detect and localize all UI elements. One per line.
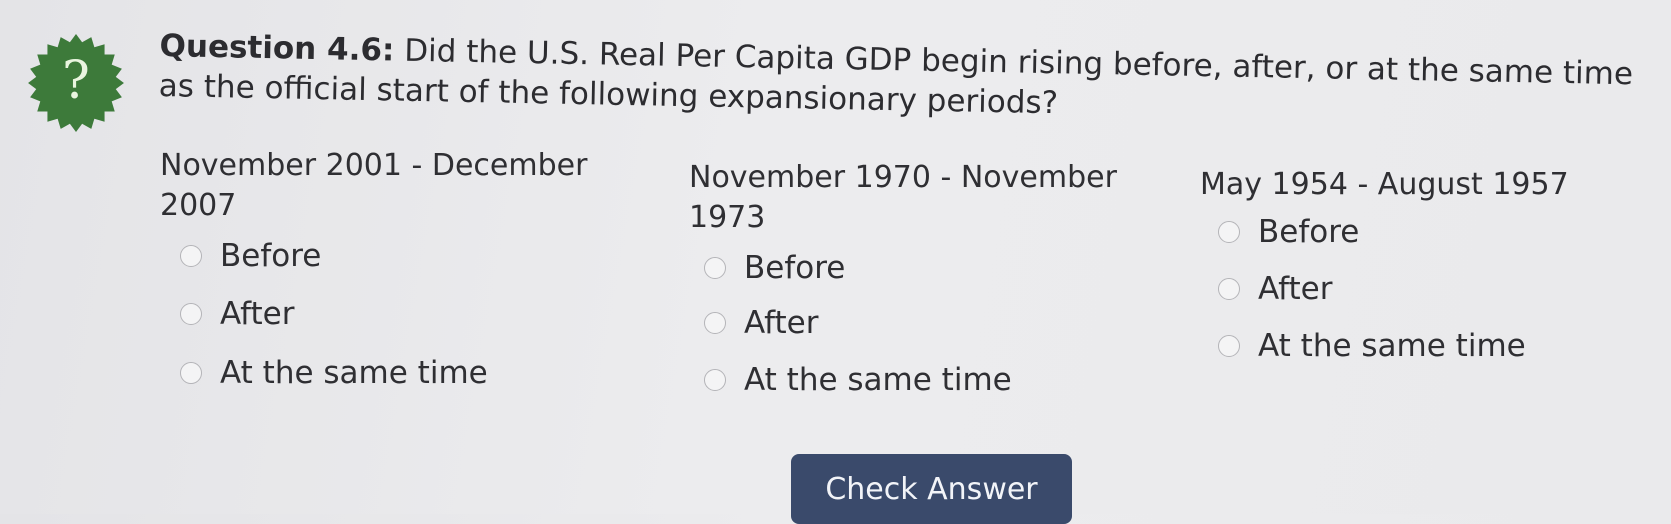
radio-button[interactable] — [704, 312, 726, 334]
option-after-1970[interactable]: After — [704, 305, 818, 341]
option-before-2001[interactable]: Before — [180, 238, 321, 274]
option-same-time-2001[interactable]: At the same time — [180, 355, 488, 391]
column-1954-1957: May 1954 - August 1957 — [1200, 165, 1660, 205]
option-after-2001[interactable]: After — [180, 296, 294, 332]
option-label: Before — [1258, 214, 1360, 250]
option-label: After — [220, 296, 295, 332]
radio-button[interactable] — [704, 257, 726, 279]
radio-button[interactable] — [704, 369, 726, 391]
radio-button[interactable] — [1218, 335, 1240, 357]
question-mark-icon: ? — [62, 51, 90, 111]
radio-button[interactable] — [1218, 221, 1240, 243]
period-title: November 1970 - November 1973 — [689, 160, 1117, 235]
option-label: At the same time — [744, 362, 1012, 398]
question-prompt: Question 4.6: Did the U.S. Real Per Capi… — [158, 26, 1659, 135]
help-badge: ? — [22, 32, 130, 134]
option-before-1970[interactable]: Before — [704, 250, 845, 286]
option-after-1954[interactable]: After — [1218, 271, 1332, 307]
option-label: Before — [744, 250, 846, 286]
period-title: November 2001 - December 2007 — [160, 148, 588, 223]
option-same-time-1970[interactable]: At the same time — [704, 362, 1012, 398]
option-label: After — [744, 305, 819, 341]
column-1970-1973: November 1970 - November 1973 — [689, 158, 1139, 238]
option-label: At the same time — [1258, 328, 1526, 364]
option-before-1954[interactable]: Before — [1218, 214, 1359, 250]
option-label: Before — [220, 238, 322, 274]
radio-button[interactable] — [180, 362, 202, 384]
option-label: At the same time — [220, 355, 488, 391]
period-title: May 1954 - August 1957 — [1200, 167, 1569, 202]
radio-button[interactable] — [180, 303, 202, 325]
option-label: After — [1258, 271, 1333, 307]
option-same-time-1954[interactable]: At the same time — [1218, 328, 1526, 364]
radio-button[interactable] — [1218, 278, 1240, 300]
radio-button[interactable] — [180, 245, 202, 267]
column-2001-2007: November 2001 - December 2007 — [160, 146, 620, 226]
question-number: Question 4.6: — [159, 27, 395, 69]
